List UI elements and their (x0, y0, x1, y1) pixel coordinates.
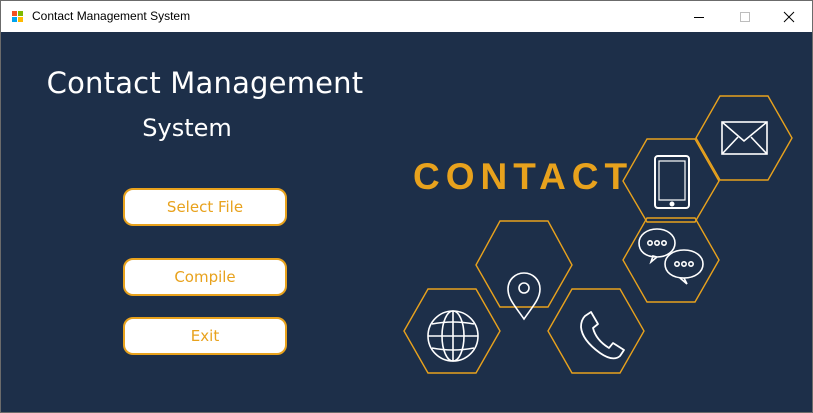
app-heading: Contact Management (46, 66, 364, 100)
close-button[interactable] (766, 1, 812, 32)
minimize-icon (694, 17, 704, 18)
contact-word: CONTACT (413, 156, 633, 197)
contact-graphic: CONTACT (403, 95, 793, 374)
envelope-icon (721, 121, 768, 155)
location-pin-icon (507, 272, 541, 321)
window-title: Contact Management System (32, 9, 191, 23)
maximize-icon (740, 12, 750, 22)
hexagon-location (475, 220, 573, 308)
hexagon-phone (547, 288, 645, 374)
exit-button[interactable]: Exit (123, 317, 287, 355)
smartphone-icon (654, 155, 690, 209)
hexagon-chat (622, 217, 720, 303)
maximize-button[interactable] (722, 1, 768, 32)
app-window: Contact Management System Contact Manage… (0, 0, 813, 413)
hexagon-envelope (695, 95, 793, 181)
main-panel: Contact Management System Select File Co… (1, 32, 812, 412)
compile-button[interactable]: Compile (123, 258, 287, 296)
chat-icon (638, 228, 704, 285)
close-icon (783, 11, 795, 23)
title-bar[interactable]: Contact Management System (1, 1, 812, 32)
select-file-button[interactable]: Select File (123, 188, 287, 226)
globe-icon (427, 310, 479, 362)
hexagon-smartphone (622, 138, 720, 223)
phone-icon (580, 311, 625, 360)
app-icon (12, 11, 24, 23)
app-heading-line2: System (142, 114, 232, 142)
minimize-button[interactable] (676, 1, 722, 32)
